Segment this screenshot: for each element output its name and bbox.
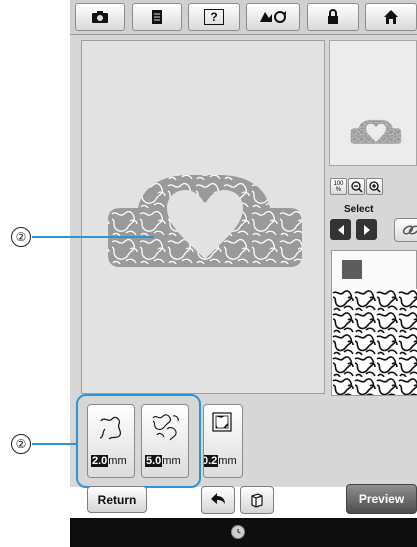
home-icon[interactable]	[365, 3, 417, 31]
zoom-out-icon	[350, 180, 363, 193]
select-next-button[interactable]	[356, 219, 377, 240]
help-icon[interactable]: ?	[188, 3, 240, 31]
stipple-spacing-button[interactable]: 2.0 mm	[87, 404, 135, 478]
zoom-in-button[interactable]	[366, 178, 383, 195]
select-previous-button[interactable]	[330, 219, 351, 240]
stipple-distance-value: 5.0	[145, 455, 163, 467]
callout-marker-settings: ②	[11, 434, 31, 454]
stipple-spacing-value: 2.0	[91, 455, 109, 467]
zoom-out-button[interactable]	[348, 178, 365, 195]
thumbnail-shape	[350, 119, 402, 144]
clock-icon[interactable]	[231, 525, 245, 539]
preview-thumbnail	[329, 40, 417, 166]
stipple-distance-button[interactable]: 5.0 mm	[141, 404, 189, 478]
return-button[interactable]: Return	[87, 486, 147, 513]
design-canvas[interactable]	[81, 40, 325, 394]
stippled-heart-shape	[108, 175, 302, 267]
camera-icon[interactable]	[75, 3, 125, 31]
third-setting-unit: mm	[218, 455, 237, 467]
third-setting-value-row: 0.2 mm	[203, 455, 237, 467]
third-setting-value: 0.2	[203, 455, 219, 467]
zoom-level-unit: %	[335, 186, 342, 193]
offset-pattern-icon	[212, 412, 232, 432]
pattern-settings-icon[interactable]	[246, 3, 300, 31]
pocket-cube-icon	[251, 493, 263, 508]
top-toolbar: ?	[70, 0, 417, 35]
zoom-in-icon	[368, 180, 381, 193]
undo-button[interactable]	[201, 486, 235, 514]
zoom-level-button[interactable]: 100 %	[330, 178, 347, 195]
callout-line-shape	[32, 236, 154, 238]
select-label: Select	[344, 204, 374, 215]
stipple-distance-value-row: 5.0 mm	[145, 455, 181, 467]
preview-button[interactable]: Preview	[346, 484, 417, 514]
stipple-sparse-icon	[99, 416, 122, 440]
lock-icon[interactable]	[307, 3, 359, 31]
undo-arrow-icon	[211, 493, 225, 504]
callout-line-settings	[32, 443, 78, 445]
chain-link-icon	[402, 225, 417, 235]
document-icon[interactable]	[132, 3, 182, 31]
link-button[interactable]	[394, 218, 417, 242]
stipple-pattern-swatch	[332, 289, 417, 395]
callout-marker-shape: ②	[11, 227, 31, 247]
thread-color-swatch[interactable]	[342, 260, 362, 279]
third-setting-button[interactable]: 0.2 mm	[203, 404, 243, 478]
memory-button[interactable]	[240, 486, 274, 514]
stipple-dense-icon	[152, 414, 179, 441]
stipple-spacing-unit: mm	[108, 455, 127, 467]
stipple-distance-unit: mm	[162, 455, 181, 467]
triangle-right-icon	[363, 224, 370, 235]
triangle-left-icon	[337, 224, 344, 235]
stipple-spacing-value-row: 2.0 mm	[91, 455, 127, 467]
help-glyph: ?	[204, 9, 224, 25]
